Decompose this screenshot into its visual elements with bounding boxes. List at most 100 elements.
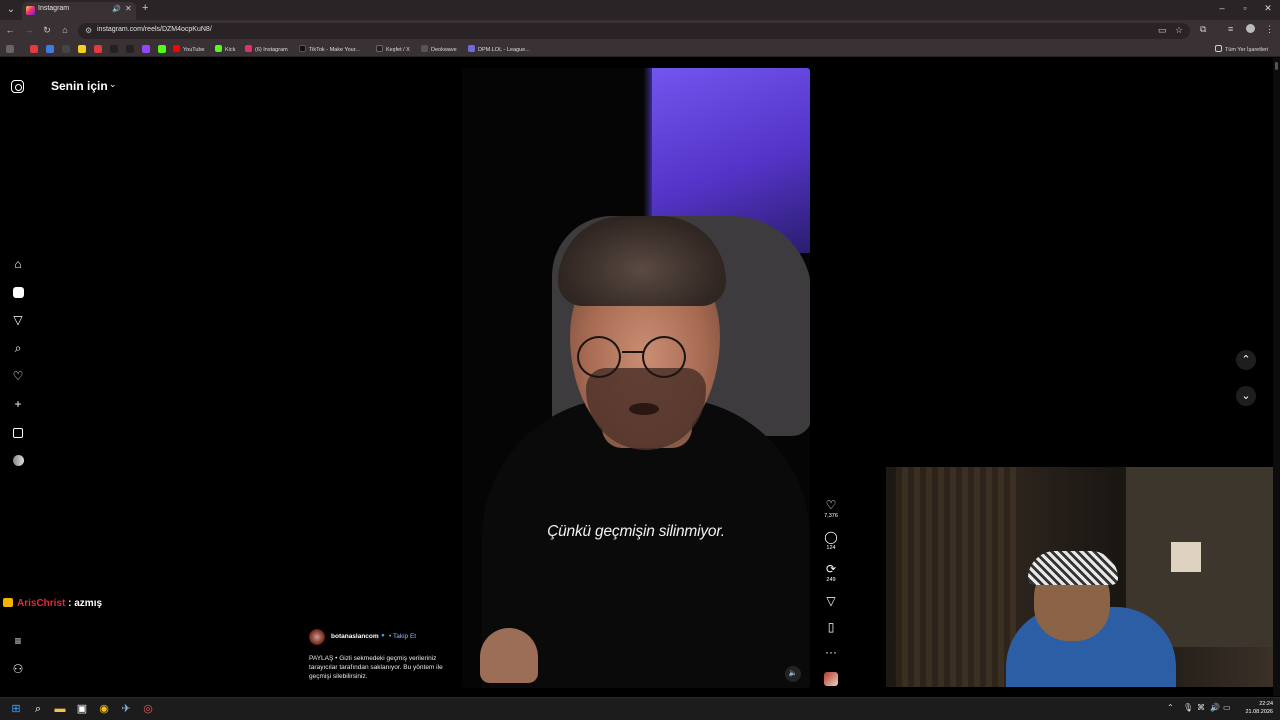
- scrollbar-thumb[interactable]: [1275, 62, 1278, 70]
- bookmarks-bar: YouTube Kick (6) Instagram TikTok - Make…: [0, 42, 1280, 57]
- previous-reel-button[interactable]: ⌃: [1236, 350, 1256, 370]
- all-bookmarks[interactable]: Tüm Yer İşaretleri: [1215, 45, 1268, 53]
- share-button[interactable]: ▽: [822, 594, 840, 608]
- repost-count: 249: [826, 577, 836, 583]
- repost-button[interactable]: ⟳ 249: [822, 562, 840, 583]
- home-icon[interactable]: ⌂: [10, 256, 26, 272]
- more-options-button[interactable]: ···: [822, 645, 840, 659]
- tab-groups-icon[interactable]: ≡: [1228, 24, 1233, 34]
- bookmark-youtube[interactable]: YouTube: [173, 45, 205, 53]
- maximize-button[interactable]: ▫: [1237, 3, 1253, 13]
- store-icon[interactable]: ▣: [75, 702, 89, 716]
- comment-count: 124: [826, 545, 836, 551]
- author-avatar[interactable]: [309, 629, 325, 645]
- apps-icon[interactable]: [6, 45, 14, 53]
- bookmark-icon[interactable]: [46, 45, 54, 53]
- bookmark-icon[interactable]: [94, 45, 102, 53]
- network-icon[interactable]: ⌘: [1197, 703, 1205, 712]
- instagram-logo-icon[interactable]: [11, 80, 24, 93]
- new-tab-button[interactable]: +: [142, 2, 148, 14]
- bookmark-kick[interactable]: Kick: [215, 45, 235, 53]
- profile-icon[interactable]: [10, 452, 26, 468]
- kick-icon[interactable]: [158, 45, 166, 53]
- microphone-icon[interactable]: 🎙: [1183, 703, 1193, 712]
- bookmark-icon[interactable]: [110, 45, 118, 53]
- twitch-icon[interactable]: [142, 45, 150, 53]
- tab-title: Instagram: [38, 5, 70, 12]
- author-username[interactable]: botanaslancom: [331, 633, 379, 640]
- tab-instagram[interactable]: Instagram 🔊 ✕: [22, 2, 136, 20]
- home-icon[interactable]: ⌂: [59, 25, 71, 35]
- dashboard-icon[interactable]: [10, 424, 26, 440]
- system-clock[interactable]: 22:24 21.08.2026: [1239, 700, 1273, 716]
- clock-time: 22:24: [1259, 701, 1273, 707]
- url-bar[interactable]: ⚙ instagram.com/reels/DZM4ocpKuN8/ ▭ ☆: [78, 23, 1190, 39]
- bookmark-icon[interactable]: [78, 45, 86, 53]
- streamer-webcam: [886, 467, 1273, 687]
- minimize-button[interactable]: –: [1214, 3, 1230, 13]
- tiktok-icon: [299, 45, 306, 52]
- bookmark-star-icon[interactable]: ☆: [1175, 25, 1183, 36]
- chat-text: : azmış: [65, 598, 103, 609]
- bookmark-deokwave[interactable]: Deokwave: [421, 45, 457, 53]
- meta-apps-icon[interactable]: ⚇: [10, 661, 26, 677]
- like-button[interactable]: ♡ 7,376: [822, 498, 840, 519]
- back-icon[interactable]: ←: [4, 25, 16, 35]
- next-reel-button[interactable]: ⌄: [1236, 386, 1256, 406]
- feed-title[interactable]: Senin için: [51, 79, 108, 93]
- glasses-right-lens: [642, 336, 686, 378]
- search-icon[interactable]: ⌕: [31, 702, 45, 716]
- comment-button[interactable]: ◯ 124: [822, 530, 840, 551]
- reload-icon[interactable]: ↻: [41, 25, 53, 36]
- chat-username: ArisChrist: [17, 598, 66, 609]
- heart-icon: ♡: [825, 498, 837, 512]
- bookmark-icon[interactable]: [62, 45, 70, 53]
- mute-button[interactable]: 🔈: [785, 666, 801, 682]
- plus-icon[interactable]: +: [10, 396, 26, 412]
- reels-icon[interactable]: [10, 284, 26, 300]
- x-icon[interactable]: [126, 45, 134, 53]
- send-icon: ▽: [826, 594, 836, 608]
- search-icon[interactable]: ⌕: [10, 340, 26, 356]
- extensions-icon[interactable]: ⧉: [1200, 24, 1206, 35]
- chevron-down-icon[interactable]: ⌄: [109, 79, 117, 90]
- follow-button[interactable]: • Takip Et: [389, 633, 416, 640]
- bookmark-x[interactable]: Keşfet / X: [376, 45, 410, 53]
- battery-icon[interactable]: ▭: [1223, 703, 1231, 712]
- bookmark-dpm[interactable]: DPM.LOL - League...: [468, 45, 530, 53]
- bookmark-icon[interactable]: [30, 45, 38, 53]
- menu-icon[interactable]: ≡: [10, 633, 26, 649]
- bookmark-tiktok[interactable]: TikTok - Make Your...: [299, 45, 360, 53]
- install-icon[interactable]: ▭: [1158, 25, 1167, 36]
- app-icon[interactable]: ◎: [141, 702, 155, 716]
- audio-thumbnail[interactable]: [824, 672, 838, 686]
- glasses-left-lens: [577, 336, 621, 378]
- more-menu-icon[interactable]: ⋮: [1265, 24, 1274, 35]
- more-icon: ···: [825, 645, 837, 659]
- webcam-curtain: [896, 467, 1016, 687]
- send-icon[interactable]: ▽: [10, 312, 26, 328]
- chrome-icon[interactable]: ◉: [97, 702, 111, 716]
- person-hair: [558, 216, 726, 306]
- tab-search-icon[interactable]: ⌄: [4, 3, 18, 17]
- save-button[interactable]: ▯: [822, 620, 840, 634]
- close-window-button[interactable]: ✕: [1260, 3, 1276, 14]
- file-explorer-icon[interactable]: ▬: [53, 702, 67, 716]
- steam-icon[interactable]: ✈: [119, 702, 133, 716]
- tray-chevron-icon[interactable]: ⌃: [1167, 703, 1174, 712]
- url-text[interactable]: instagram.com/reels/DZM4ocpKuN8/: [97, 26, 212, 33]
- heart-icon[interactable]: ♡: [10, 368, 26, 384]
- forward-icon[interactable]: →: [23, 25, 35, 35]
- profile-avatar[interactable]: [1246, 24, 1255, 33]
- youtube-icon: [173, 45, 180, 52]
- speaker-icon[interactable]: 🔊: [112, 5, 121, 13]
- close-tab-icon[interactable]: ✕: [125, 4, 132, 13]
- stream-chat-message: ArisChrist : azmış: [3, 598, 102, 609]
- volume-icon[interactable]: 🔊: [1210, 703, 1220, 712]
- site-info-icon[interactable]: ⚙: [85, 26, 92, 35]
- page-scrollbar[interactable]: [1273, 58, 1280, 696]
- reel-video[interactable]: Çünkü geçmişin silinmiyor. 🔈: [462, 68, 810, 688]
- bookmark-instagram[interactable]: (6) Instagram: [245, 45, 288, 53]
- browser-tabbar: ⌄ Instagram 🔊 ✕ + – ▫ ✕: [0, 0, 1280, 20]
- windows-start-icon[interactable]: ⊞: [9, 702, 23, 716]
